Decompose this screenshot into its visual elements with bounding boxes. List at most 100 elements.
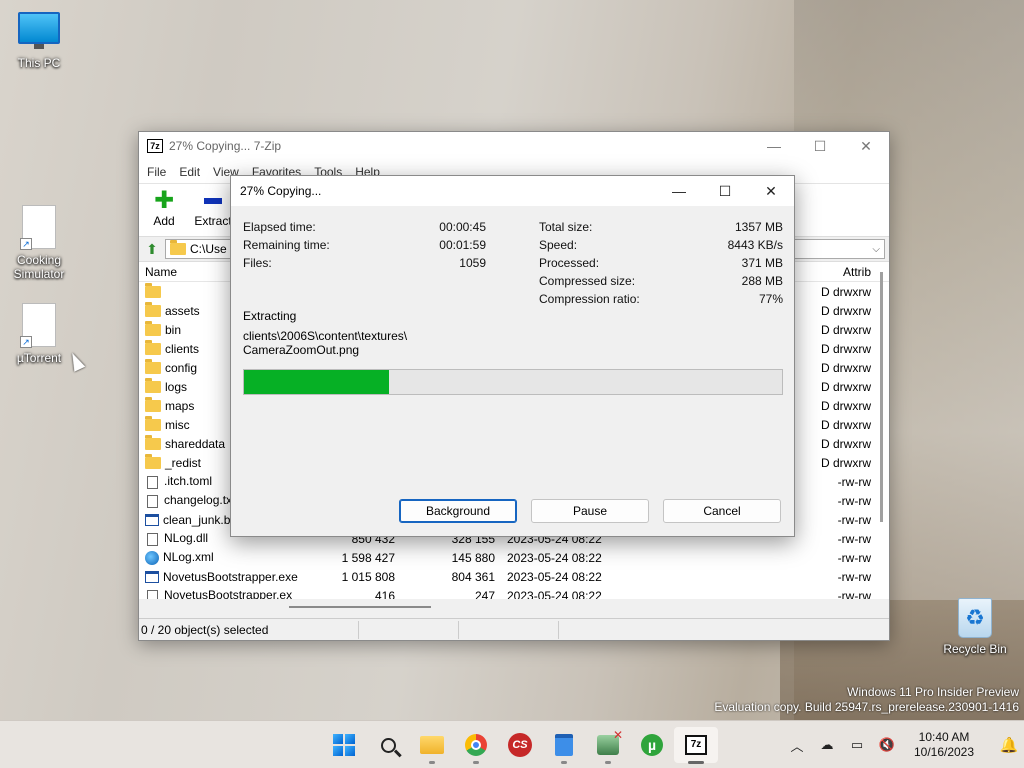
elapsed-time-value: 00:00:45 bbox=[439, 220, 486, 234]
folder-icon bbox=[145, 397, 161, 413]
cell-attributes: D drwxrw bbox=[821, 455, 871, 470]
address-text: C:\Use bbox=[190, 242, 227, 256]
current-file-path: clients\2006S\content\textures\ CameraZo… bbox=[243, 329, 643, 357]
table-row[interactable]: NovetusBootstrapper.ex 416 247 2023-05-24 0… bbox=[139, 586, 889, 599]
taskbar-game[interactable] bbox=[586, 727, 630, 764]
file-name: NLog.xml bbox=[163, 550, 214, 565]
add-label: Add bbox=[153, 214, 175, 228]
up-folder-icon[interactable]: ⬆ bbox=[143, 240, 161, 258]
cell-name bbox=[145, 283, 165, 299]
table-row[interactable]: NovetusBootstrapper.exe 1 015 808 804 361 2… bbox=[139, 567, 889, 586]
taskbar-notepad[interactable] bbox=[542, 727, 586, 764]
column-attributes[interactable]: Attrib bbox=[843, 265, 871, 279]
menu-edit[interactable]: Edit bbox=[179, 165, 200, 179]
folder-icon bbox=[145, 378, 161, 394]
horizontal-scrollbar[interactable] bbox=[289, 606, 431, 608]
chevron-down-icon[interactable]: ⌵ bbox=[872, 244, 880, 255]
volume-tray-button[interactable]: 🔇 bbox=[872, 730, 902, 760]
folder-icon bbox=[145, 359, 161, 375]
onedrive-tray-button[interactable]: ☁ bbox=[812, 730, 842, 760]
desktop-icon-utorrent[interactable]: ↗ µTorrent bbox=[1, 303, 77, 365]
close-icon: ✕ bbox=[860, 137, 872, 154]
cell-attributes: -rw-rw bbox=[837, 493, 871, 508]
clock-date: 10/16/2023 bbox=[913, 745, 975, 759]
desktop-icon-cooking-simulator[interactable]: ↗ Cooking Simulator bbox=[1, 205, 77, 281]
clock[interactable]: 10:40 AM 10/16/2023 bbox=[902, 730, 986, 760]
start-button[interactable] bbox=[322, 727, 366, 763]
file-icon bbox=[147, 475, 158, 489]
search-button[interactable] bbox=[366, 727, 410, 763]
file-name: _redist bbox=[165, 455, 202, 470]
dialog-titlebar[interactable]: 27% Copying... — ☐ ✕ bbox=[231, 176, 794, 206]
table-row[interactable]: NLog.xml 1 598 427 145 880 2023-05-24 08:22… bbox=[139, 548, 889, 567]
7zip-icon: 7z bbox=[685, 735, 707, 755]
files-label: Files: bbox=[243, 256, 272, 270]
cell-attributes: D drwxrw bbox=[821, 341, 871, 356]
shortcut-arrow-icon: ↗ bbox=[20, 238, 32, 250]
taskbar-file-explorer[interactable] bbox=[410, 727, 454, 764]
taskbar-chrome[interactable] bbox=[454, 727, 498, 764]
cell-attributes: D drwxrw bbox=[821, 322, 871, 337]
dialog-close-button[interactable]: ✕ bbox=[748, 177, 794, 205]
taskbar-cs-app[interactable]: CS bbox=[498, 727, 542, 763]
clock-time: 10:40 AM bbox=[918, 730, 970, 744]
add-button[interactable]: ✚ Add bbox=[145, 188, 183, 229]
cell-modified: 2023-05-24 08:22 bbox=[507, 588, 602, 600]
cell-name: NLog.dll bbox=[145, 531, 208, 546]
shortcut-arrow-icon: ↗ bbox=[20, 336, 32, 348]
cell-name: NovetusBootstrapper.ex bbox=[145, 588, 292, 599]
notification-bell-icon[interactable]: 🔔 bbox=[994, 736, 1024, 754]
background-button[interactable]: Background bbox=[399, 499, 517, 523]
desktop-icon-recycle-bin[interactable]: ♻ Recycle Bin bbox=[937, 598, 1013, 656]
folder-icon bbox=[145, 321, 161, 337]
dialog-minimize-button[interactable]: — bbox=[656, 177, 702, 205]
maximize-icon: ☐ bbox=[718, 182, 732, 199]
taskbar-7zip[interactable]: 7z bbox=[674, 727, 718, 764]
file-name: NovetusBootstrapper.ex bbox=[164, 588, 293, 599]
chevron-up-icon: ︿ bbox=[790, 738, 804, 754]
minimize-button[interactable]: — bbox=[751, 132, 797, 160]
cell-attributes: -rw-rw bbox=[837, 531, 871, 546]
running-indicator bbox=[429, 761, 435, 764]
cell-attributes: D drwxrw bbox=[821, 379, 871, 394]
total-size-label: Total size: bbox=[539, 220, 593, 234]
cell-attributes: -rw-rw bbox=[837, 512, 871, 527]
file-icon bbox=[147, 589, 158, 599]
maximize-button[interactable]: ☐ bbox=[797, 132, 843, 160]
cell-attributes: D drwxrw bbox=[821, 303, 871, 318]
cancel-button[interactable]: Cancel bbox=[663, 499, 781, 523]
files-value: 1059 bbox=[459, 256, 486, 270]
compression-ratio-label: Compression ratio: bbox=[539, 292, 640, 306]
window-titlebar[interactable]: 7z 27% Copying... 7-Zip — ☐ ✕ bbox=[139, 132, 889, 160]
file-name: config bbox=[165, 360, 198, 375]
running-indicator bbox=[688, 761, 704, 764]
cell-name: shareddata bbox=[145, 435, 225, 451]
close-button[interactable]: ✕ bbox=[843, 132, 889, 160]
menu-file[interactable]: File bbox=[147, 165, 166, 179]
cell-size: 1 598 427 bbox=[341, 550, 395, 565]
dialog-maximize-button[interactable]: ☐ bbox=[702, 177, 748, 205]
pause-button[interactable]: Pause bbox=[531, 499, 649, 523]
utorrent-icon: µ bbox=[641, 734, 663, 756]
7zip-logo-icon: 7z bbox=[147, 139, 163, 153]
cell-name: changelog.tx bbox=[145, 493, 233, 508]
taskbar-utorrent[interactable]: µ bbox=[630, 727, 674, 763]
desktop-icon-label: This PC bbox=[17, 56, 61, 70]
windows-watermark: Windows 11 Pro Insider Preview Evaluatio… bbox=[714, 685, 1019, 715]
extract-button[interactable]: Extract bbox=[191, 188, 235, 228]
processed-label: Processed: bbox=[539, 256, 600, 270]
show-hidden-icons-button[interactable]: ︿ bbox=[782, 730, 812, 760]
file-name: changelog.tx bbox=[164, 493, 233, 508]
speed-value: 8443 KB/s bbox=[727, 238, 783, 252]
file-icon bbox=[147, 494, 158, 508]
column-name[interactable]: Name bbox=[145, 265, 177, 279]
cell-name: clients bbox=[145, 340, 199, 356]
network-tray-button[interactable]: ▭ bbox=[842, 730, 872, 760]
compression-ratio-value: 77% bbox=[758, 292, 783, 306]
xml-file-icon bbox=[145, 550, 159, 565]
folder-icon bbox=[145, 302, 161, 318]
folder-icon bbox=[145, 416, 161, 432]
cell-attributes: D drwxrw bbox=[821, 436, 871, 451]
vertical-scrollbar[interactable] bbox=[880, 272, 883, 522]
desktop-icon-this-pc[interactable]: This PC bbox=[1, 12, 77, 70]
